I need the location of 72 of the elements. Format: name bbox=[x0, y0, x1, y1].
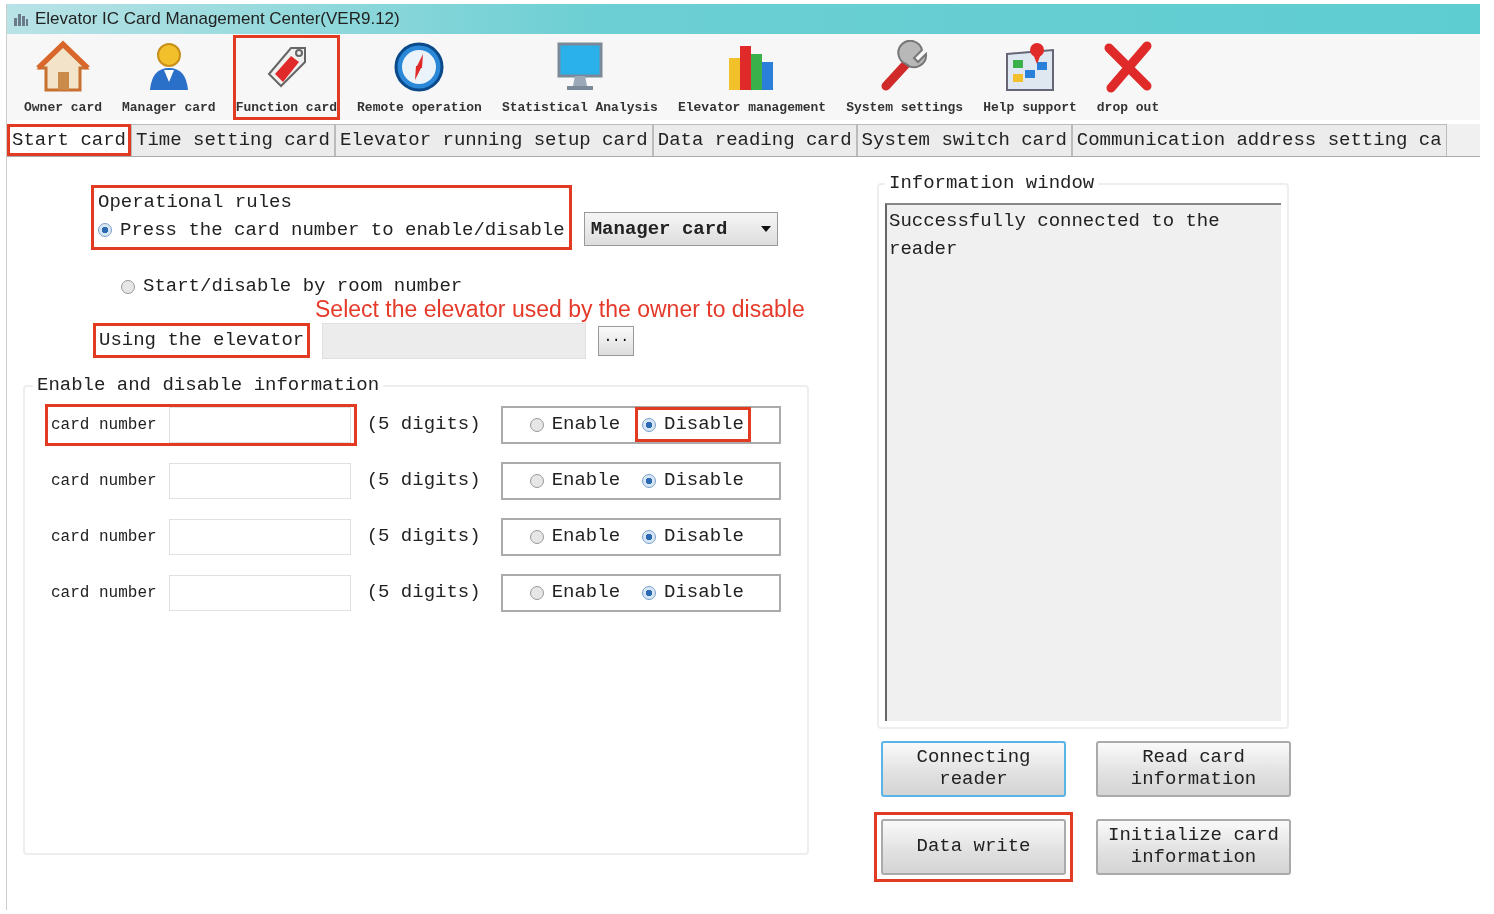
field-label: card number bbox=[51, 526, 157, 548]
tab[interactable]: Time setting card bbox=[131, 124, 335, 156]
hint-text: (5 digits) bbox=[366, 524, 482, 550]
dropdown-value: Manager card bbox=[590, 217, 728, 242]
radio-button[interactable] bbox=[529, 473, 544, 488]
option-label: Start/disable by room number bbox=[143, 274, 463, 299]
radio-button[interactable] bbox=[642, 529, 657, 544]
option-label: Enable bbox=[551, 524, 621, 550]
toolbar-button[interactable]: drop out bbox=[1093, 34, 1163, 120]
option-label: Disable bbox=[664, 580, 744, 606]
action-button[interactable]: Connecting reader bbox=[881, 740, 1066, 797]
toolbar-button[interactable]: Statistical Analysis bbox=[498, 34, 661, 120]
radio-button[interactable] bbox=[642, 417, 657, 432]
house-icon bbox=[36, 39, 90, 94]
radio-option[interactable]: Enable bbox=[522, 519, 628, 554]
option-label: Disable bbox=[664, 524, 744, 550]
field-label: card number bbox=[51, 414, 157, 436]
radio-option[interactable]: Enable bbox=[522, 575, 628, 610]
radio-option[interactable]: Disable bbox=[635, 575, 751, 610]
tab[interactable]: Start card bbox=[7, 124, 132, 156]
hint-text: (5 digits) bbox=[366, 412, 482, 438]
window-title: Elevator IC Card Management Center(VER9.12) bbox=[35, 8, 400, 31]
radio-button[interactable] bbox=[529, 417, 544, 432]
toolbar-button[interactable]: Help support bbox=[980, 34, 1080, 120]
toolbar-button[interactable]: System settings bbox=[843, 34, 967, 120]
input-field[interactable] bbox=[168, 406, 351, 443]
input-field[interactable] bbox=[168, 518, 351, 555]
option-label: Enable bbox=[551, 580, 621, 606]
action-button[interactable]: Data write bbox=[881, 818, 1066, 875]
field-label: card number bbox=[51, 582, 157, 604]
toolbar-button[interactable]: Remote operation bbox=[354, 34, 485, 120]
browse-button[interactable]: ··· bbox=[598, 325, 635, 356]
input-field[interactable] bbox=[168, 462, 351, 499]
radio-button[interactable] bbox=[121, 279, 135, 294]
radio-option[interactable]: Disable bbox=[635, 463, 751, 498]
tab[interactable]: Communication address setting ca bbox=[1071, 124, 1447, 156]
input-field[interactable] bbox=[168, 574, 351, 611]
toolbar-button[interactable]: Function card bbox=[232, 34, 341, 120]
action-button[interactable]: Initialize card information bbox=[1096, 818, 1291, 875]
toolbar-button[interactable]: Elevator management bbox=[674, 34, 830, 120]
radio-option[interactable]: Enable bbox=[522, 407, 628, 442]
toolbar-button[interactable]: Manager card bbox=[119, 34, 219, 120]
radio-button[interactable] bbox=[529, 585, 544, 600]
radio-button[interactable] bbox=[529, 529, 544, 544]
hint-text: (5 digits) bbox=[366, 468, 482, 494]
card-type-dropdown[interactable]: Manager card bbox=[583, 212, 778, 247]
toolbar-button[interactable]: Owner card bbox=[21, 34, 105, 120]
radio-button[interactable] bbox=[642, 585, 657, 600]
field-label: card number bbox=[51, 470, 157, 492]
radio-option[interactable]: Enable bbox=[522, 463, 628, 498]
tab[interactable]: Data reading card bbox=[652, 124, 857, 156]
app-icon bbox=[13, 12, 29, 26]
tab[interactable]: System switch card bbox=[856, 124, 1072, 156]
group-title: Operational rules bbox=[98, 189, 293, 215]
option-label: Disable bbox=[664, 412, 744, 438]
radio-option[interactable]: Press the card number to enable/disable bbox=[98, 216, 565, 245]
tab[interactable]: Elevator running setup card bbox=[334, 124, 653, 156]
action-button[interactable]: Read card information bbox=[1096, 740, 1291, 797]
radio-option[interactable]: Disable bbox=[635, 407, 751, 442]
option-label: Enable bbox=[551, 412, 621, 438]
message-text: Successfully connected to the reader bbox=[889, 209, 1220, 260]
radio-button[interactable] bbox=[642, 473, 657, 488]
option-label: Enable bbox=[551, 468, 621, 494]
option-label: Disable bbox=[664, 468, 744, 494]
field-label: Using the elevator bbox=[93, 323, 311, 358]
annotation-text: Select the elevator used by the owner to disable bbox=[315, 297, 806, 321]
input-field[interactable] bbox=[322, 322, 587, 359]
radio-option[interactable]: Disable bbox=[635, 519, 751, 554]
option-label: Press the card number to enable/disable bbox=[120, 218, 565, 243]
caret-icon bbox=[760, 226, 771, 233]
radio-button[interactable] bbox=[98, 223, 112, 238]
hint-text: (5 digits) bbox=[366, 580, 482, 606]
